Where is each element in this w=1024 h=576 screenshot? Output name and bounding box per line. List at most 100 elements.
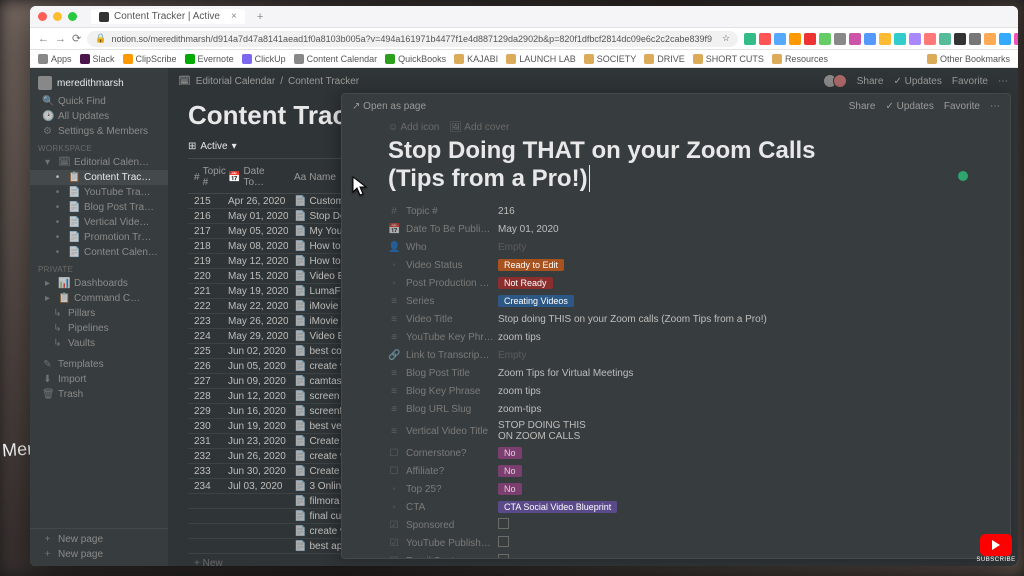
close-icon[interactable] [38,12,47,21]
property-value[interactable]: May 01, 2020 [498,224,964,235]
property-row[interactable]: 📅Date To Be Publi…May 01, 2020 [388,220,964,238]
workspace-switcher[interactable]: meredithmarsh [30,72,168,94]
property-value[interactable]: Ready to Edit [498,259,964,271]
new-tab-button[interactable]: + [257,11,263,23]
sidebar-item[interactable]: •📄YouTube Tra… [30,185,168,200]
bookmark-folder[interactable]: LAUNCH LAB [506,54,576,64]
star-icon[interactable]: ☆ [722,33,730,44]
other-bookmarks[interactable]: Other Bookmarks [927,54,1010,64]
property-row[interactable]: ≡Vertical Video TitleSTOP DOING THISON Z… [388,418,964,444]
property-row[interactable]: ≡Video TitleStop doing THIS on your Zoom… [388,310,964,328]
property-value[interactable]: Creating Videos [498,295,964,307]
youtube-subscribe-overlay[interactable]: SUBSCRIBE [974,534,1018,570]
property-value[interactable]: Zoom Tips for Virtual Meetings [498,368,964,379]
property-row[interactable]: ≡Blog URL Slugzoom-tips [388,400,964,418]
property-value[interactable]: CTA Social Video Blueprint [498,501,964,513]
property-value[interactable]: STOP DOING THISON ZOOM CALLS [498,420,964,442]
back-button[interactable]: ← [38,32,49,46]
sidebar-item[interactable]: ▸📋Command C… [30,291,168,306]
property-row[interactable]: ☑Email Sent [388,552,964,558]
chevron-down-icon[interactable]: ▾ [232,141,237,152]
browser-tab[interactable]: Content Tracker | Active × [91,9,245,24]
address-bar[interactable]: 🔒 notion.so/meredithmarsh/d914a7d47a8141… [87,31,738,47]
sidebar-item[interactable]: •📄Promotion Tr… [30,230,168,245]
checkbox[interactable] [498,518,509,529]
property-row[interactable]: #Topic #216 [388,202,964,220]
bookmark-item[interactable]: Evernote [185,54,234,64]
favorite-button[interactable]: Favorite [952,76,988,87]
property-row[interactable]: ≡YouTube Key Phr…zoom tips [388,328,964,346]
minimize-icon[interactable] [53,12,62,21]
property-value[interactable]: Empty [498,350,964,361]
presence-avatars[interactable] [827,74,847,88]
close-tab-icon[interactable]: × [231,11,237,22]
chevron-down-icon[interactable]: ▾ [42,157,53,168]
sidebar-item[interactable]: ↳Pipelines [30,321,168,336]
more-icon[interactable]: ⋯ [998,76,1008,87]
property-row[interactable]: ◦Top 25?No [388,480,964,498]
bookmark-folder[interactable]: KAJABI [454,54,498,64]
property-value[interactable]: Empty [498,242,964,253]
sidebar-item[interactable]: •📄Content Calen… [30,245,168,260]
extension-icons[interactable] [744,33,1018,45]
updates-button[interactable]: ✓ Updates [893,76,941,87]
property-row[interactable]: ☐Affiliate?No [388,462,964,480]
property-value[interactable] [498,554,964,558]
property-value[interactable]: No [498,465,964,477]
bookmark-item[interactable]: QuickBooks [385,54,446,64]
property-value[interactable]: zoom tips [498,386,964,397]
sidebar-all-updates[interactable]: 🕑All Updates [30,109,168,124]
sidebar-quick-find[interactable]: 🔍Quick Find [30,94,168,109]
open-as-page-button[interactable]: ↗ Open as page [352,101,426,112]
updates-button[interactable]: ✓ Updates [885,101,933,112]
bookmark-item[interactable]: ClickUp [242,54,286,64]
column-header[interactable]: 📅Date To… [222,164,288,190]
share-button[interactable]: Share [849,101,876,112]
bookmark-item[interactable]: Slack [80,54,115,64]
maximize-icon[interactable] [68,12,77,21]
property-value[interactable]: zoom-tips [498,404,964,415]
property-row[interactable]: ☑Sponsored [388,516,964,534]
share-button[interactable]: Share [857,76,884,87]
property-value[interactable] [498,536,964,550]
forward-button[interactable]: → [55,32,66,46]
favorite-button[interactable]: Favorite [944,101,980,112]
property-row[interactable]: ☑YouTube Publish… [388,534,964,552]
sidebar-item-content-tracker[interactable]: •📋Content Trac… [30,170,168,185]
sidebar-new-page[interactable]: +New page [30,532,168,547]
sidebar-item[interactable]: ↳Pillars [30,306,168,321]
property-value[interactable]: zoom tips [498,332,964,343]
bookmark-folder[interactable]: DRIVE [644,54,685,64]
page-title-editable[interactable]: Stop Doing THAT on your Zoom Calls (Tips… [388,137,848,192]
bookmark-folder[interactable]: Resources [772,54,828,64]
add-icon-button[interactable]: ☺ Add icon [388,122,439,133]
sidebar-item[interactable]: ↳Vaults [30,336,168,351]
sidebar-item-editorial[interactable]: ▾🗓Editorial Calen… [30,155,168,170]
property-value[interactable]: Stop doing THIS on your Zoom calls (Zoom… [498,314,964,325]
property-row[interactable]: ☐Cornerstone?No [388,444,964,462]
property-row[interactable]: ≡SeriesCreating Videos [388,292,964,310]
bookmark-item[interactable]: Content Calendar [294,54,378,64]
sidebar-item[interactable]: •📄Blog Post Tra… [30,200,168,215]
property-row[interactable]: ◦CTACTA Social Video Blueprint [388,498,964,516]
property-row[interactable]: 👤WhoEmpty [388,238,964,256]
sidebar-settings[interactable]: ⚙Settings & Members [30,124,168,139]
apps-button[interactable]: Apps [38,54,72,64]
sidebar-trash[interactable]: 🗑Trash [30,387,168,402]
add-cover-button[interactable]: 🖼 Add cover [449,122,509,133]
property-row[interactable]: ◦Post Production …Not Ready [388,274,964,292]
breadcrumb[interactable]: Content Tracker [288,76,359,87]
property-value[interactable] [498,518,964,532]
sidebar-import[interactable]: ⬇Import [30,372,168,387]
reload-button[interactable]: ⟳ [72,32,81,46]
checkbox[interactable] [498,536,509,547]
bookmark-folder[interactable]: SHORT CUTS [693,54,764,64]
property-value[interactable]: No [498,447,964,459]
property-row[interactable]: 🔗Link to Transcrip…Empty [388,346,964,364]
more-icon[interactable]: ⋯ [990,101,1000,112]
column-header[interactable]: #Topic # [188,164,222,190]
sidebar-item[interactable]: •📄Vertical Vide… [30,215,168,230]
property-row[interactable]: ≡Blog Key Phrasezoom tips [388,382,964,400]
view-tab-active[interactable]: ⊞Active▾ [188,141,237,152]
sidebar-item-dashboards[interactable]: ▸📊Dashboards [30,276,168,291]
